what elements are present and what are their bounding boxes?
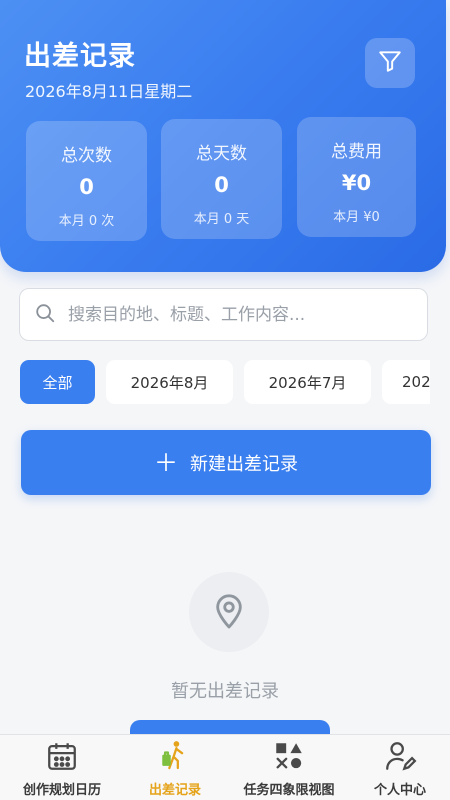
filter-chip-2026-07[interactable]: 2026年7月	[244, 360, 371, 404]
stat-value: ¥0	[341, 171, 372, 195]
tab-profile[interactable]: 个人中心	[360, 739, 440, 798]
stat-label: 总费用	[331, 142, 382, 162]
tab-calendar[interactable]: 创作规划日历	[12, 739, 112, 798]
tab-travel-records[interactable]: 出差记录	[130, 739, 220, 798]
stat-sub: 本月 0 次	[58, 214, 115, 229]
stat-card-total-count: 总次数 0 本月 0 次	[26, 121, 147, 241]
user-edit-icon	[383, 739, 417, 777]
search-icon	[34, 302, 56, 328]
stat-sub: 本月 0 天	[193, 212, 250, 227]
tab-label: 出差记录	[148, 783, 201, 798]
stat-label: 总天数	[196, 144, 247, 164]
empty-state-text: 暂无出差记录	[171, 681, 279, 702]
header: 出差记录 2026年8月11日星期二 总次数 0 本月 0 次 总天数 0 本月…	[0, 0, 446, 272]
new-record-button[interactable]: ＋ 新建出差记录	[21, 430, 431, 495]
new-record-label: 新建出差记录	[190, 453, 298, 475]
plus-icon: ＋	[154, 448, 178, 477]
calendar-icon	[45, 739, 79, 777]
stat-card-total-cost: 总费用 ¥0 本月 ¥0	[297, 117, 416, 237]
page-title: 出差记录	[24, 41, 136, 72]
filter-icon	[377, 48, 403, 78]
stat-card-total-days: 总天数 0 本月 0 天	[161, 119, 282, 239]
stat-value: 0	[79, 175, 94, 199]
search-box[interactable]	[19, 288, 428, 341]
empty-state-icon-wrap	[189, 572, 269, 652]
location-pin-icon	[212, 590, 246, 634]
page-date: 2026年8月11日星期二	[25, 82, 193, 101]
stat-label: 总次数	[61, 146, 112, 166]
filter-chip-all[interactable]: 全部	[20, 360, 95, 404]
shapes-icon	[272, 739, 306, 777]
tab-label: 任务四象限视图	[243, 783, 335, 798]
search-input[interactable]	[68, 304, 408, 325]
filter-chip-partial[interactable]: 202	[382, 360, 430, 404]
filter-chip-2026-08[interactable]: 2026年8月	[106, 360, 233, 404]
tab-quadrant-view[interactable]: 任务四象限视图	[234, 739, 344, 798]
filter-button[interactable]	[365, 38, 415, 88]
tab-label: 个人中心	[373, 783, 426, 798]
tab-label: 创作规划日历	[22, 783, 101, 798]
traveler-icon	[158, 739, 192, 777]
stat-sub: 本月 ¥0	[333, 210, 380, 225]
bottom-tab-bar: 创作规划日历 出差记录 任务四象限视图 个人中心	[0, 734, 450, 800]
month-filter-row: 全部 2026年8月 2026年7月 202	[20, 358, 430, 406]
stat-value: 0	[214, 173, 229, 197]
